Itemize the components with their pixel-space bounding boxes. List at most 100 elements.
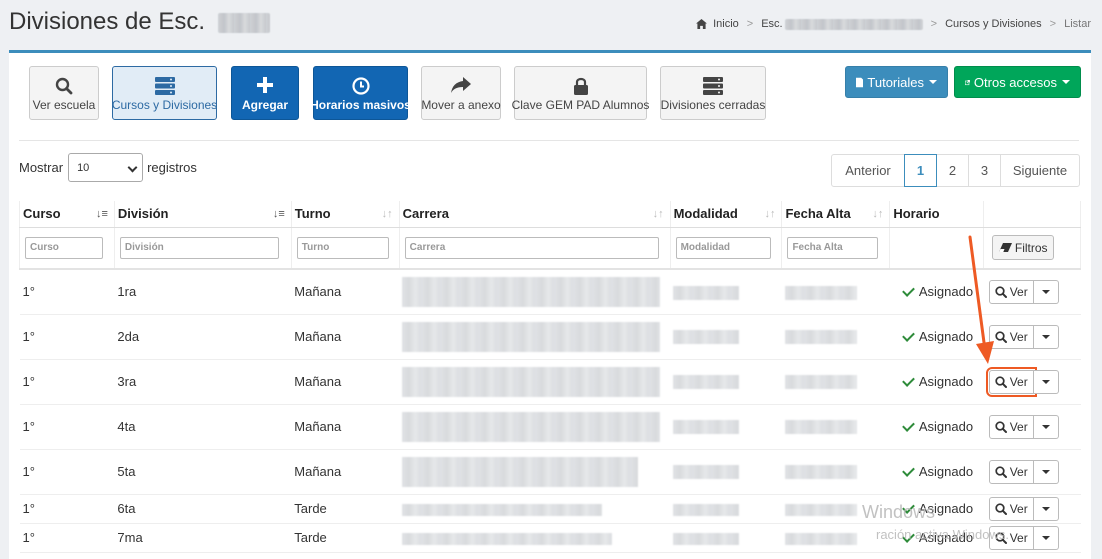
horario-status: Asignado <box>918 419 974 434</box>
file-icon <box>856 77 864 87</box>
redacted-modalidad <box>673 375 740 390</box>
column-header-fecha-alta[interactable]: Fecha Alta ↓↑ <box>781 201 891 228</box>
breadcrumb-separator: > <box>1049 18 1057 30</box>
filter-turno-input[interactable]: Turno <box>296 236 389 259</box>
cell-turno: Mañana <box>291 449 400 495</box>
cell-actions: Ver <box>983 494 1081 524</box>
ver-dropdown-toggle[interactable] <box>1033 496 1059 521</box>
filter-cell: Carrera <box>399 227 671 270</box>
ver-dropdown-toggle[interactable] <box>1033 324 1059 349</box>
cell-modalidad <box>670 523 782 553</box>
cell-actions: Ver <box>983 449 1081 495</box>
filter-carrera-input[interactable]: Carrera <box>404 236 659 259</box>
filter-curso-input[interactable]: Curso <box>25 236 103 259</box>
ver-dropdown-toggle[interactable] <box>1033 279 1059 304</box>
mover-anexo-label: Mover a anexo <box>421 98 501 112</box>
length-suffix: registros <box>147 160 197 175</box>
length-prefix: Mostrar <box>19 160 64 175</box>
pagination-next[interactable]: Siguiente <box>1000 154 1080 187</box>
sort-icon: ↓↑ <box>764 208 776 220</box>
ver-button[interactable]: Ver <box>988 496 1034 521</box>
column-header-division[interactable]: División ↓≡ <box>114 201 292 228</box>
ver-button[interactable]: Ver <box>988 414 1034 439</box>
filter-cell: Filtros <box>983 227 1081 270</box>
filter-cell: Turno <box>291 227 400 270</box>
filtros-label: Filtros <box>1014 240 1048 255</box>
toolbar-divider <box>19 140 1079 141</box>
cell-carrera <box>399 359 671 405</box>
filtros-button[interactable]: Filtros <box>992 235 1055 261</box>
ver-button[interactable]: Ver <box>988 324 1034 349</box>
server-icon <box>703 77 723 95</box>
column-header-turno[interactable]: Turno ↓↑ <box>291 201 400 228</box>
ver-label: Ver <box>1009 284 1028 299</box>
column-header-modalidad[interactable]: Modalidad ↓↑ <box>670 201 783 228</box>
ver-dropdown-toggle[interactable] <box>1033 414 1059 439</box>
ver-button[interactable]: Ver <box>988 459 1034 484</box>
cell-curso: 1° <box>19 404 115 450</box>
ver-button[interactable]: Ver <box>988 279 1034 304</box>
cell-fecha-alta <box>781 359 890 405</box>
breadcrumb-section[interactable]: Cursos y Divisiones <box>945 18 1042 30</box>
search-icon <box>995 502 1007 515</box>
redacted-modalidad <box>673 503 740 516</box>
redacted-carrera <box>402 321 661 352</box>
ver-label: Ver <box>1009 464 1028 479</box>
ver-dropdown-toggle[interactable] <box>1033 369 1059 394</box>
otros-accesos-dropdown[interactable]: Otros accesos <box>954 66 1081 98</box>
cell-actions: Ver <box>983 359 1081 405</box>
column-header-carrera[interactable]: Carrera ↓↑ <box>399 201 671 228</box>
column-header-label: División <box>117 206 169 222</box>
pagination-prev[interactable]: Anterior <box>831 154 905 187</box>
cell-modalidad <box>670 269 782 315</box>
column-header-curso[interactable]: Curso ↓≡ <box>19 201 115 228</box>
redacted-fecha <box>784 503 857 516</box>
mover-anexo-button[interactable]: Mover a anexo <box>421 66 501 120</box>
ver-button-highlighted[interactable]: Ver <box>985 366 1037 397</box>
ver-dropdown-toggle[interactable] <box>1033 459 1059 484</box>
breadcrumb-home[interactable]: Inicio <box>713 18 739 30</box>
pagination-page-1[interactable]: 1 <box>904 154 937 187</box>
cell-carrera <box>399 404 671 450</box>
horarios-masivos-button[interactable]: Horarios masivos <box>310 66 411 120</box>
clave-gem-button[interactable]: Clave GEM PAD Alumnos <box>512 66 649 120</box>
pagination-page-3[interactable]: 3 <box>968 154 1001 187</box>
breadcrumb-separator: > <box>746 18 754 30</box>
ver-escuela-button[interactable]: Ver escuela <box>29 66 99 120</box>
page-length-select[interactable]: 10 <box>68 153 144 182</box>
search-icon <box>995 465 1007 478</box>
search-icon <box>55 77 73 95</box>
cell-carrera <box>399 269 671 315</box>
table-row: 1° 3ra Mañana Asignado Ver <box>19 359 1081 405</box>
tutoriales-dropdown[interactable]: Tutoriales <box>845 66 948 98</box>
breadcrumb-school[interactable]: Esc. <box>761 18 782 30</box>
filter-division-input[interactable]: División <box>119 236 279 259</box>
cell-division: 3ra <box>114 359 292 405</box>
redacted-carrera <box>402 366 661 397</box>
cell-fecha-alta <box>781 314 890 360</box>
redacted-carrera <box>402 411 661 442</box>
agregar-button[interactable]: Agregar <box>231 66 299 120</box>
cell-turno: Mañana <box>291 269 400 315</box>
divisiones-cerradas-button[interactable]: Divisiones cerradas <box>660 66 766 120</box>
filter-modalidad-input[interactable]: Modalidad <box>675 236 771 259</box>
cell-division: 7ma <box>114 523 292 553</box>
ver-dropdown-toggle[interactable] <box>1033 525 1059 550</box>
filter-cell: Modalidad <box>670 227 783 270</box>
divisions-table: Curso ↓≡ División ↓≡ Turno ↓↑ Carrera ↓↑ Mod… <box>19 201 1081 553</box>
cursos-divisiones-button[interactable]: Cursos y Divisiones <box>112 66 217 120</box>
filter-cell <box>889 227 985 270</box>
horarios-masivos-label: Horarios masivos <box>310 98 411 112</box>
redacted-modalidad <box>673 420 740 435</box>
redacted-modalidad <box>673 285 740 300</box>
cell-modalidad <box>670 494 782 524</box>
filter-fecha-alta-input[interactable]: Fecha Alta <box>787 236 879 259</box>
check-icon <box>901 328 915 342</box>
check-icon <box>901 463 915 477</box>
agregar-label: Agregar <box>241 98 288 112</box>
breadcrumb-current: Listar <box>1064 18 1091 30</box>
cell-modalidad <box>670 404 782 450</box>
pagination-page-2[interactable]: 2 <box>936 154 969 187</box>
cell-modalidad <box>670 314 782 360</box>
view-button-group: Ver <box>988 459 1078 484</box>
